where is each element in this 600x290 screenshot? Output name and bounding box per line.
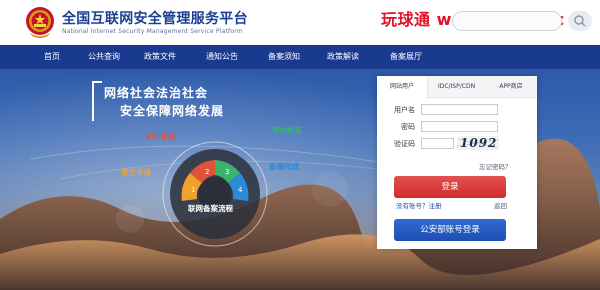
main-nav: 首页 公共查询 政策文件 通知公告 备案须知 政策解读 备案展厅 <box>0 45 600 69</box>
nav-item-filing-gallery[interactable]: 备案展厅 <box>384 45 428 69</box>
filing-flow-diagram: 1 2 3 4 <box>162 141 268 247</box>
flow-step-inspect: 预约检查 <box>272 126 302 135</box>
flow-number-2: 2 <box>205 168 209 176</box>
password-label: 密码 <box>401 123 415 131</box>
password-input[interactable] <box>421 121 498 132</box>
forgot-password-link[interactable]: 忘记密码？ <box>479 161 512 171</box>
flow-step-complete: 备案完成 <box>269 162 299 171</box>
register-link[interactable]: 没有账号？注册 <box>396 200 442 210</box>
login-button[interactable]: 登录 <box>394 176 506 198</box>
nav-item-public-query[interactable]: 公共查询 <box>82 45 126 69</box>
slogan-line-2: 安全保障网络发展 <box>120 104 225 118</box>
national-emblem-icon <box>26 7 54 38</box>
site-header: 全国互联网安全管理服务平台 National Internet Security… <box>0 0 600 44</box>
slogan-bracket <box>92 81 102 121</box>
username-label: 用户名 <box>394 106 415 114</box>
flow-number-3: 3 <box>225 168 229 176</box>
nav-item-notices[interactable]: 通知公告 <box>200 45 244 69</box>
slogan-line-1: 网络社会法治社会 <box>104 86 209 100</box>
search-input[interactable] <box>452 11 562 31</box>
ministry-account-login-button[interactable]: 公安部账号登录 <box>394 219 506 241</box>
nav-item-policy-interp[interactable]: 政策解读 <box>321 45 365 69</box>
search-icon[interactable] <box>568 11 592 31</box>
username-input[interactable] <box>421 104 498 115</box>
nav-item-policy-files[interactable]: 政策文件 <box>138 45 182 69</box>
flow-step-review: 初步审核 <box>146 132 176 141</box>
tab-website-user[interactable]: 网站用户 <box>377 76 428 99</box>
flow-number-1: 1 <box>191 186 195 194</box>
captcha-label: 验证码 <box>394 140 415 148</box>
captcha-code: 1092 <box>460 136 498 150</box>
flow-center-label: 联网备案流程 <box>188 204 233 213</box>
login-tabs: 网站用户 IDC/ISP/CDN APP商店 <box>377 76 537 99</box>
site-subtitle: National Internet Security Management Se… <box>62 28 243 35</box>
tab-idc-isp-cdn[interactable]: IDC/ISP/CDN <box>429 76 484 98</box>
back-link[interactable]: 返回 <box>494 200 507 210</box>
flow-step-submit: 提交申请 <box>121 168 151 177</box>
flow-number-4: 4 <box>238 186 243 194</box>
tab-app-store[interactable]: APP商店 <box>485 76 537 98</box>
site-title: 全国互联网安全管理服务平台 <box>62 11 248 27</box>
nav-item-home[interactable]: 首页 <box>30 45 74 69</box>
nav-item-filing-guide[interactable]: 备案须知 <box>262 45 306 69</box>
captcha-image[interactable]: 1092 <box>457 136 499 150</box>
captcha-input[interactable] <box>421 138 454 149</box>
